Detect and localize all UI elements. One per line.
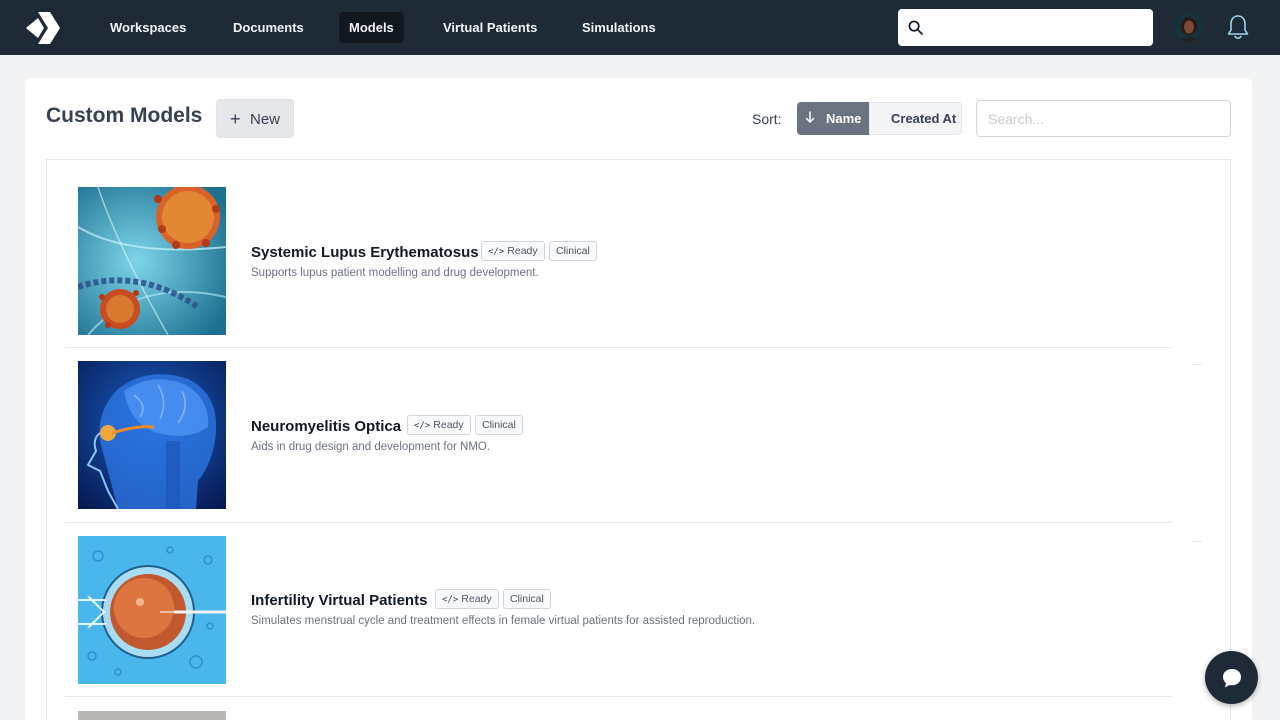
new-button-label: New bbox=[250, 111, 281, 128]
row-divider-tick bbox=[1192, 364, 1202, 365]
model-description: Aids in drug design and development for … bbox=[251, 441, 491, 453]
brain-optic-nerve-image bbox=[78, 361, 226, 509]
status-badge-label: Ready bbox=[461, 593, 492, 605]
virus-cells-image bbox=[78, 187, 226, 335]
tag-badge: Clinical bbox=[503, 589, 551, 609]
page-title: Custom Models bbox=[46, 104, 203, 127]
nav-item-workspaces[interactable]: Workspaces bbox=[100, 12, 196, 43]
model-row-infertility[interactable]: Infertility Virtual Patients </> Ready Cl… bbox=[65, 522, 1171, 697]
model-title: Infertility Virtual Patients bbox=[251, 592, 428, 609]
code-icon: </> bbox=[414, 421, 431, 431]
status-badge-label: Ready bbox=[433, 419, 464, 431]
sort-name-label: Name bbox=[826, 111, 862, 126]
model-row-nmo[interactable]: Neuromyelitis Optica </> Ready Clinical A… bbox=[65, 348, 1171, 523]
status-badge: </> Ready bbox=[481, 241, 545, 261]
tag-badge: Clinical bbox=[549, 241, 597, 261]
nav-item-documents[interactable]: Documents bbox=[223, 12, 314, 43]
sort-by-created-at-button[interactable]: Created At bbox=[869, 102, 962, 135]
model-title: Systemic Lupus Erythematosus bbox=[251, 244, 479, 261]
next-model-image bbox=[78, 711, 226, 720]
sort-created-label: Created At bbox=[891, 111, 957, 126]
global-search bbox=[898, 9, 1153, 46]
nav-item-simulations[interactable]: Simulations bbox=[572, 12, 666, 43]
logo-icon[interactable] bbox=[24, 10, 62, 46]
nav-item-models[interactable]: Models bbox=[339, 12, 404, 43]
global-search-input[interactable] bbox=[932, 15, 1144, 40]
arrow-down-icon bbox=[805, 111, 815, 123]
sort-label: Sort: bbox=[752, 111, 782, 127]
tag-badge: Clinical bbox=[475, 415, 523, 435]
model-description: Simulates menstrual cycle and treatment … bbox=[251, 615, 756, 627]
bell-icon[interactable] bbox=[1226, 13, 1250, 41]
chat-bubble-icon bbox=[1223, 669, 1241, 688]
status-badge: </> Ready bbox=[407, 415, 471, 435]
plus-icon: + bbox=[230, 109, 241, 129]
top-navigation-bar: Workspaces Documents Models Virtual Pati… bbox=[0, 0, 1280, 55]
avatar[interactable] bbox=[1174, 12, 1204, 42]
status-badge-label: Ready bbox=[507, 245, 538, 257]
code-icon: </> bbox=[442, 595, 459, 605]
egg-cell-injection-image bbox=[78, 536, 226, 684]
row-divider-tick bbox=[1192, 541, 1202, 542]
model-row-lupus[interactable]: Systemic Lupus Erythematosus </> Ready Cl… bbox=[65, 173, 1171, 348]
model-description: Supports lupus patient modelling and dru… bbox=[251, 267, 539, 279]
model-search-input[interactable] bbox=[976, 100, 1231, 137]
new-model-button[interactable]: + New bbox=[216, 99, 294, 138]
search-icon bbox=[908, 20, 923, 35]
nav-item-virtual-patients[interactable]: Virtual Patients bbox=[433, 12, 547, 43]
model-title: Neuromyelitis Optica bbox=[251, 418, 402, 435]
code-icon: </> bbox=[488, 247, 505, 257]
status-badge: </> Ready bbox=[435, 589, 499, 609]
sort-by-name-button[interactable]: Name bbox=[797, 102, 869, 135]
chat-button[interactable] bbox=[1205, 651, 1258, 704]
